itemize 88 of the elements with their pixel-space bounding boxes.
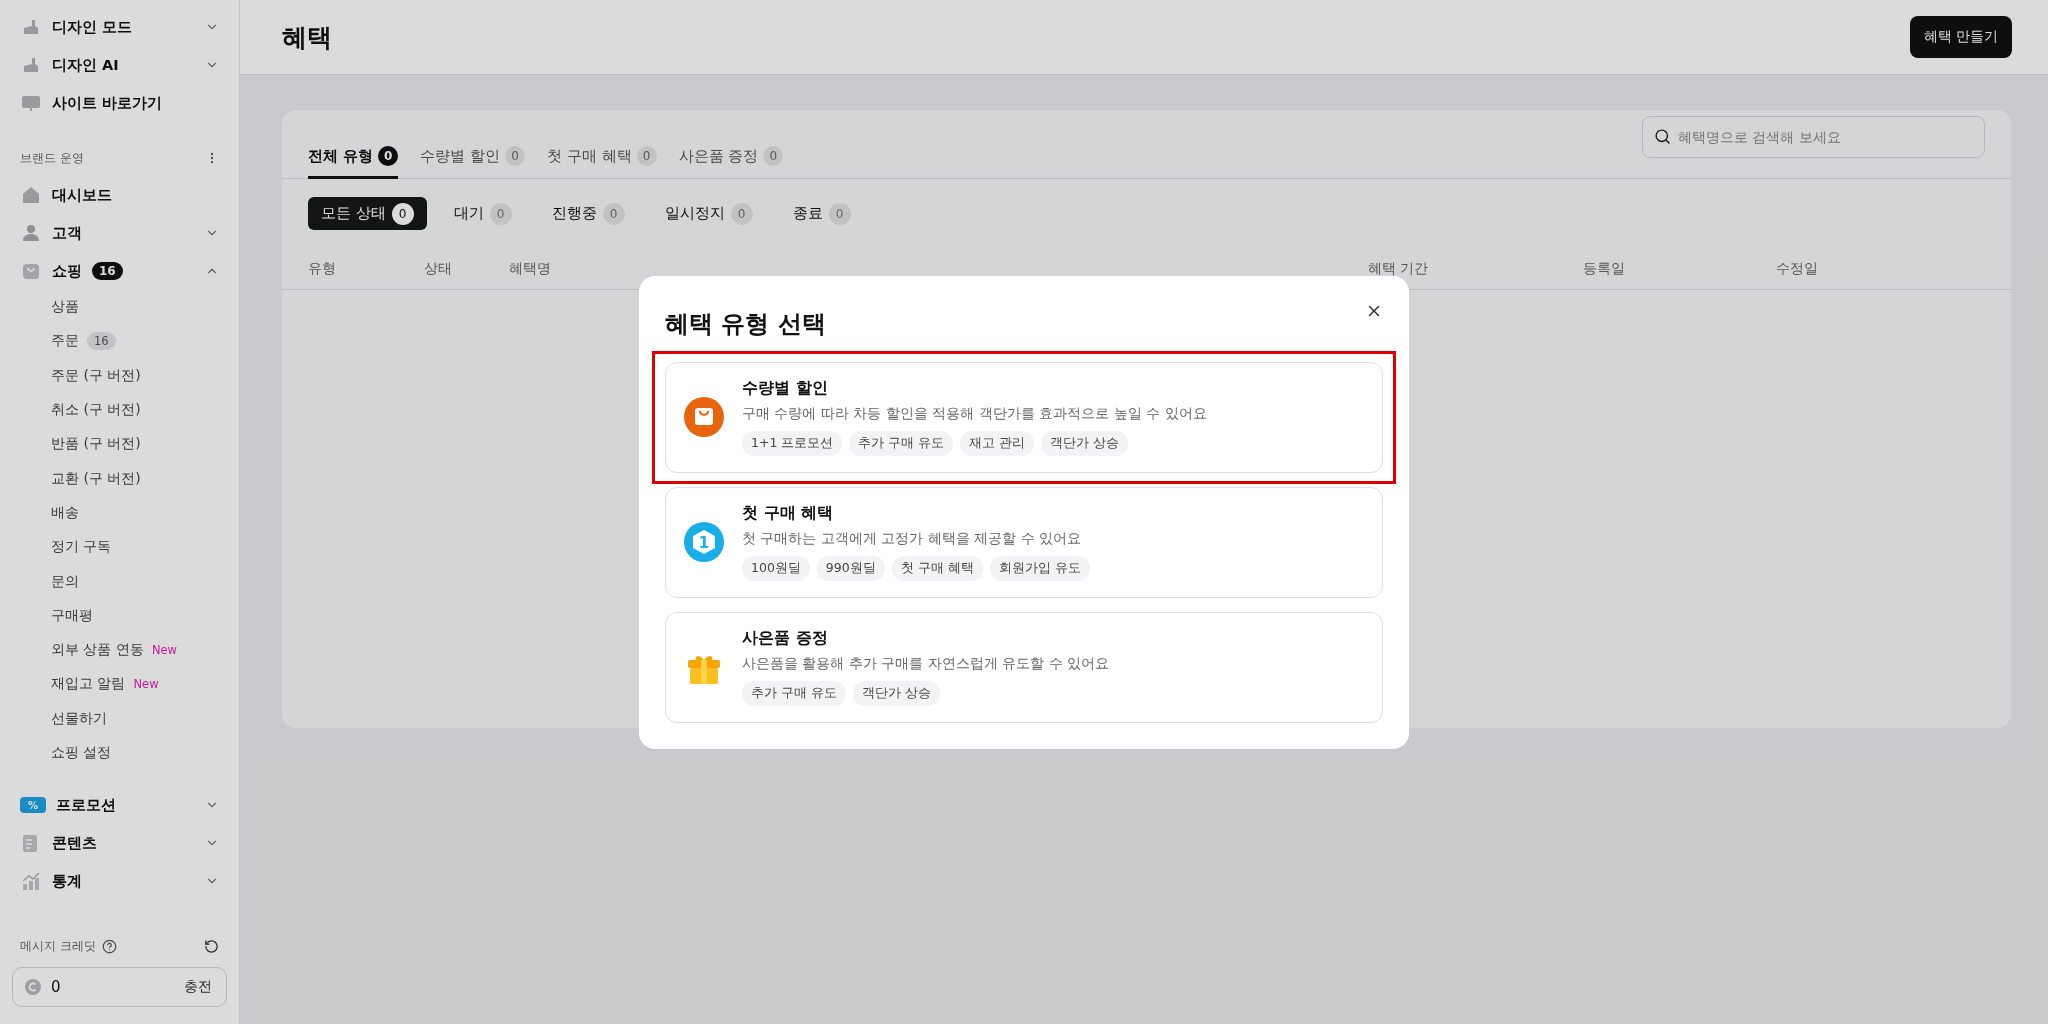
column-header: 혜택 기간 xyxy=(1368,260,1430,278)
status-filter[interactable]: 진행중 0 xyxy=(538,197,638,230)
count-badge: 0 xyxy=(636,146,657,166)
nav-subitem[interactable]: 주문 xyxy=(51,332,79,351)
column-header: 상태 xyxy=(424,260,453,278)
nav-subitem[interactable]: 쇼핑 설정 xyxy=(51,744,112,762)
count-badge: 16 xyxy=(87,332,116,351)
option-description: 구매 수량에 따라 차등 할인을 적용해 객단가를 효과적으로 높일 수 있어요 xyxy=(742,405,1207,423)
option-tag: 1+1 프로모션 xyxy=(742,431,843,456)
person-icon xyxy=(20,222,42,244)
option-title: 첫 구매 혜택 xyxy=(742,503,835,524)
column-header: 등록일 xyxy=(1583,260,1626,278)
status-filter[interactable]: 대기 0 xyxy=(440,197,525,230)
count-badge: 0 xyxy=(763,146,784,166)
nav-subitem[interactable]: 배송 xyxy=(51,503,79,522)
number-badge-icon: 1 xyxy=(684,522,724,562)
create-button[interactable]: 혜택 만들기 xyxy=(1909,16,2012,58)
credit-value: 0 xyxy=(51,978,62,996)
nav-item[interactable]: 프로모션 xyxy=(56,795,116,815)
nav-subitem[interactable]: 문의 xyxy=(51,572,79,591)
nav-subitem[interactable]: 상품 xyxy=(51,298,79,317)
option-tag: 990원딜 xyxy=(816,556,885,581)
nav-subitem[interactable]: 재입고 알림 xyxy=(51,675,126,694)
nav-item[interactable]: 디자인 모드 xyxy=(52,17,133,37)
charge-button[interactable]: 충전 xyxy=(184,978,212,996)
nav-subitem[interactable]: 주문 (구 버전) xyxy=(51,366,141,385)
count-badge: 0 xyxy=(730,202,753,225)
count-badge: 0 xyxy=(602,202,625,225)
shopping-bag-icon xyxy=(684,397,724,437)
nav-subitem[interactable]: 취소 (구 버전) xyxy=(51,401,141,420)
nav-item[interactable]: 대시보드 xyxy=(52,185,112,205)
column-header: 수정일 xyxy=(1776,260,1819,278)
home-icon xyxy=(20,184,42,206)
nav-subitem[interactable]: 교환 (구 버전) xyxy=(51,469,141,488)
count-badge: 0 xyxy=(391,202,414,225)
option-tag: 추가 구매 유도 xyxy=(742,681,846,706)
new-tag: New xyxy=(133,677,159,692)
refresh-icon[interactable] xyxy=(204,938,219,954)
nav-subitem[interactable]: 반품 (구 버전) xyxy=(51,435,141,454)
option-tag: 첫 구매 혜택 xyxy=(891,556,983,581)
type-tab[interactable]: 전체 유형 0 xyxy=(308,146,399,179)
option-title: 사은품 증정 xyxy=(742,628,829,649)
section-title: 브랜드 운영 xyxy=(20,149,84,167)
column-header: 유형 xyxy=(308,260,337,278)
option-tag: 100원딜 xyxy=(742,556,810,581)
nav-item[interactable]: 디자인 AI xyxy=(52,55,119,75)
nav-subitem[interactable]: 외부 상품 연동 xyxy=(51,641,144,660)
nav-item[interactable]: 고객 xyxy=(52,223,82,243)
option-tag: 재고 관리 xyxy=(960,431,1035,456)
option-title: 수량별 할인 xyxy=(742,378,829,399)
coin-icon xyxy=(25,979,41,995)
type-tab[interactable]: 사은품 증정 0 xyxy=(678,146,784,179)
option-tag: 객단가 상승 xyxy=(852,681,940,706)
status-filter[interactable]: 종료 0 xyxy=(779,197,864,230)
option-tag: 회원가입 유도 xyxy=(989,556,1090,581)
help-icon[interactable] xyxy=(101,938,117,954)
search-icon xyxy=(1654,128,1671,145)
nav-item[interactable]: 콘텐츠 xyxy=(52,833,97,853)
status-filter[interactable]: 일시정지 0 xyxy=(651,197,766,230)
count-badge: 0 xyxy=(828,202,851,225)
option-description: 사은품을 활용해 추가 구매를 자연스럽게 유도할 수 있어요 xyxy=(742,655,1110,673)
search-field[interactable]: 혜택명으로 검색해 보세요 xyxy=(1642,116,1985,158)
count-badge: 0 xyxy=(378,146,399,166)
chart-icon xyxy=(20,870,42,893)
option-card[interactable]: 1 첫 구매 혜택 첫 구매하는 고객에게 고정가 혜택을 제공할 수 있어요 100원딜 990원딜 첫 구매 혜택 회원가입 유도 xyxy=(665,486,1383,598)
count-badge: 0 xyxy=(505,146,525,166)
nav-item[interactable]: 사이트 바로가기 xyxy=(52,93,163,113)
option-card[interactable]: 사은품 증정 사은품을 활용해 추가 구매를 자연스럽게 유도할 수 있어요 추가 구매 유도 객단가 상승 xyxy=(665,611,1383,723)
page-title: 혜택 xyxy=(282,21,332,54)
ticket-icon: % xyxy=(20,797,46,814)
nav-subitem[interactable]: 선물하기 xyxy=(51,709,107,728)
nav-subitem[interactable]: 구매평 xyxy=(51,606,93,625)
count-badge: 16 xyxy=(92,262,123,280)
option-description: 첫 구매하는 고객에게 고정가 혜택을 제공할 수 있어요 xyxy=(742,530,1083,548)
modal-title: 혜택 유형 선택 xyxy=(665,308,826,340)
column-header: 혜택명 xyxy=(509,260,552,278)
type-tab[interactable]: 수량별 할인 0 xyxy=(420,146,525,179)
nav-item[interactable]: 쇼핑 xyxy=(52,261,82,281)
nav-item[interactable]: 통계 xyxy=(52,871,82,891)
status-filter[interactable]: 모든 상태 0 xyxy=(308,197,427,230)
new-tag: New xyxy=(151,643,177,658)
count-badge: 0 xyxy=(489,202,512,225)
type-tab[interactable]: 첫 구매 혜택 0 xyxy=(547,146,657,179)
nav-subitem[interactable]: 정기 구독 xyxy=(51,538,112,557)
option-tag: 객단가 상승 xyxy=(1041,431,1129,456)
option-tag: 추가 구매 유도 xyxy=(849,431,954,456)
credit-label: 메시지 크레딧 xyxy=(20,937,96,955)
option-card[interactable]: 수량별 할인 구매 수량에 따라 차등 할인을 적용해 객단가를 효과적으로 높일 수 있어요 1+1 프로모션 추가 구매 유도 재고 관리 객단가 상승 xyxy=(665,361,1383,473)
